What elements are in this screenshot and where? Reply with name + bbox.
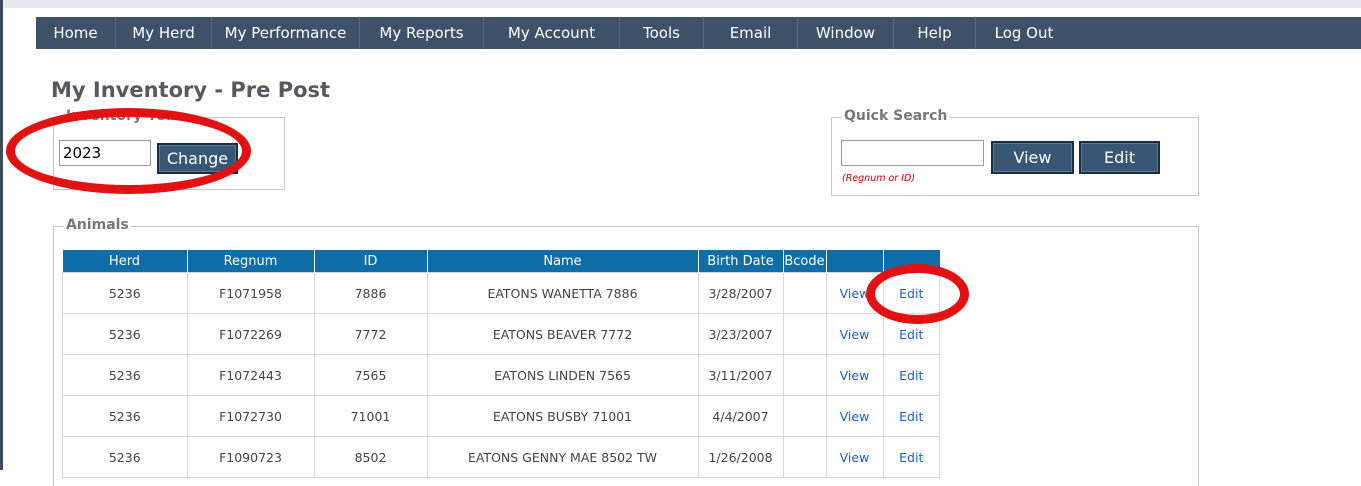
inventory-year-legend: Inventory Year: [64, 108, 184, 124]
row-view-link[interactable]: View: [825, 354, 884, 396]
quick-search-edit-button[interactable]: Edit: [1079, 141, 1160, 174]
table-header-row: Herd Regnum ID Name Birth Date Bcode: [62, 250, 940, 273]
cell-name: EATONS GENNY MAE 8502 TW: [426, 436, 699, 478]
col-name[interactable]: Name: [427, 250, 699, 273]
cell-bcode: [782, 272, 827, 314]
nav-tools[interactable]: Tools: [620, 17, 704, 49]
cell-id: 7565: [313, 354, 428, 396]
row-view-link[interactable]: View: [825, 395, 884, 437]
quick-search-hint: (Regnum or ID): [842, 173, 916, 184]
cell-bcode: [782, 313, 827, 355]
cell-id: 8502: [313, 436, 428, 478]
cell-name: EATONS LINDEN 7565: [426, 354, 699, 396]
inventory-year-input[interactable]: [59, 140, 151, 166]
nav-home[interactable]: Home: [36, 17, 116, 49]
change-button[interactable]: Change: [157, 143, 238, 174]
quick-search-view-button[interactable]: View: [991, 141, 1074, 174]
cell-bcode: [782, 354, 827, 396]
table-row: 5236 F1072730 71001 EATONS BUSBY 71001 4…: [62, 395, 940, 437]
row-view-link[interactable]: View: [825, 436, 884, 478]
animals-table: Herd Regnum ID Name Birth Date Bcode 523…: [62, 250, 940, 478]
cell-regnum: F1072443: [186, 354, 315, 396]
window-left-border: [0, 0, 3, 470]
nav-window[interactable]: Window: [798, 17, 894, 49]
table-row: 5236 F1090723 8502 EATONS GENNY MAE 8502…: [62, 436, 940, 478]
cell-bcode: [782, 395, 827, 437]
page-title: My Inventory - Pre Post: [51, 78, 331, 102]
cell-name: EATONS BUSBY 71001: [426, 395, 699, 437]
cell-id: 71001: [313, 395, 428, 437]
col-id[interactable]: ID: [314, 250, 428, 273]
row-edit-link[interactable]: Edit: [882, 395, 940, 437]
main-nav: Home My Herd My Performance My Reports M…: [36, 17, 1361, 49]
animals-legend: Animals: [64, 217, 131, 233]
nav-my-performance[interactable]: My Performance: [212, 17, 360, 49]
col-regnum[interactable]: Regnum: [187, 250, 315, 273]
cell-herd: 5236: [62, 395, 188, 437]
table-row: 5236 F1072443 7565 EATONS LINDEN 7565 3/…: [62, 354, 940, 396]
cell-regnum: F1090723: [186, 436, 315, 478]
nav-help[interactable]: Help: [894, 17, 976, 49]
table-row: 5236 F1072269 7772 EATONS BEAVER 7772 3/…: [62, 313, 940, 355]
nav-my-account[interactable]: My Account: [484, 17, 620, 49]
cell-birth-date: 3/28/2007: [697, 272, 784, 314]
window-top-shade: [3, 0, 1361, 8]
col-edit: [883, 250, 940, 273]
cell-name: EATONS WANETTA 7886: [426, 272, 699, 314]
nav-log-out[interactable]: Log Out: [976, 17, 1072, 49]
cell-regnum: F1071958: [186, 272, 315, 314]
cell-regnum: F1072269: [186, 313, 315, 355]
col-birth-date[interactable]: Birth Date: [698, 250, 784, 273]
nav-email[interactable]: Email: [704, 17, 798, 49]
row-edit-link[interactable]: Edit: [882, 313, 940, 355]
cell-birth-date: 3/11/2007: [697, 354, 784, 396]
cell-id: 7886: [313, 272, 428, 314]
cell-birth-date: 3/23/2007: [697, 313, 784, 355]
row-edit-link[interactable]: Edit: [882, 436, 940, 478]
row-view-link[interactable]: View: [825, 272, 884, 314]
quick-search-input[interactable]: [841, 140, 984, 166]
cell-name: EATONS BEAVER 7772: [426, 313, 699, 355]
row-edit-link[interactable]: Edit: [882, 272, 940, 314]
nav-my-herd[interactable]: My Herd: [116, 17, 212, 49]
cell-herd: 5236: [62, 272, 188, 314]
table-row: 5236 F1071958 7886 EATONS WANETTA 7886 3…: [62, 272, 940, 314]
cell-birth-date: 4/4/2007: [697, 395, 784, 437]
cell-herd: 5236: [62, 436, 188, 478]
cell-herd: 5236: [62, 313, 188, 355]
col-herd[interactable]: Herd: [62, 250, 188, 273]
cell-bcode: [782, 436, 827, 478]
cell-id: 7772: [313, 313, 428, 355]
nav-my-reports[interactable]: My Reports: [360, 17, 484, 49]
cell-birth-date: 1/26/2008: [697, 436, 784, 478]
col-bcode[interactable]: Bcode: [783, 250, 827, 273]
row-view-link[interactable]: View: [825, 313, 884, 355]
col-view: [826, 250, 884, 273]
row-edit-link[interactable]: Edit: [882, 354, 940, 396]
cell-herd: 5236: [62, 354, 188, 396]
cell-regnum: F1072730: [186, 395, 315, 437]
quick-search-legend: Quick Search: [842, 108, 950, 124]
